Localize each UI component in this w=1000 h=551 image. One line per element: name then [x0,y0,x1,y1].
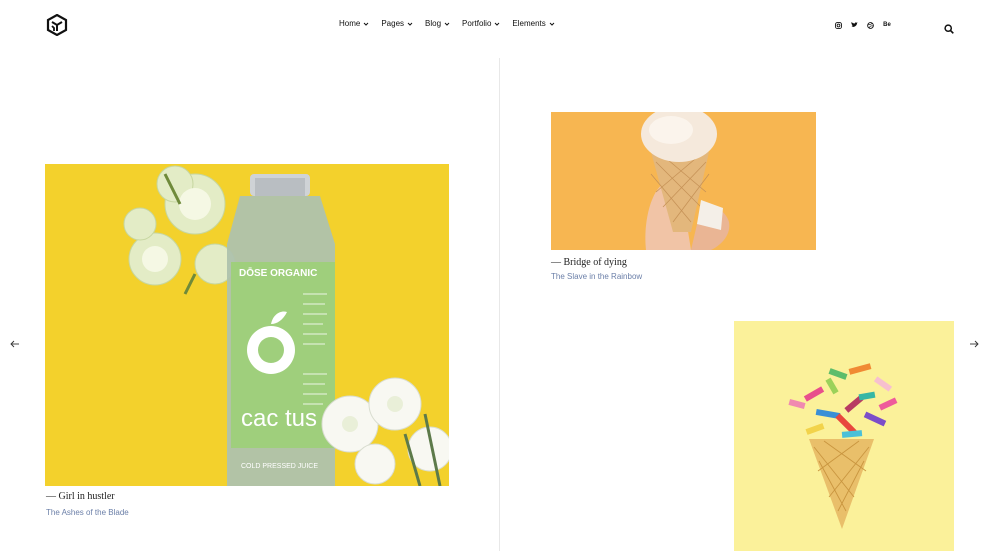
arrow-left-icon [10,340,19,348]
portfolio-title[interactable]: — Girl in hustler [46,491,115,502]
ice-cream-image [551,112,816,250]
nav-item-home[interactable]: Home [339,19,369,28]
portfolio-image-confetti-cone[interactable] [734,321,954,551]
arrow-right-icon [970,340,979,348]
confetti-cone-image [734,321,954,551]
chevron-down-icon [549,22,555,26]
nav-item-blog[interactable]: Blog [425,19,450,28]
nav-label: Elements [512,19,546,28]
next-arrow[interactable] [969,336,979,348]
bottle-flowers-image: DŌSE ORGANIC cac tus COLD PRESSED JUICE [45,164,449,486]
chevron-down-icon [363,22,369,26]
nav-label: Home [339,19,361,28]
prev-arrow[interactable] [10,336,20,348]
twitter-icon[interactable] [850,21,858,29]
bottle-product: cac tus [241,405,317,432]
chevron-down-icon [495,22,500,26]
nav-label: Blog [425,19,442,28]
instagram-icon[interactable] [834,21,842,29]
nav-item-portfolio[interactable]: Portfolio [462,19,500,28]
portfolio-subtitle[interactable]: The Slave in the Rainbow [551,272,642,281]
social-links: Be [834,21,892,29]
logo[interactable] [46,13,68,37]
logo-icon [46,13,68,37]
portfolio-image-girl-in-hustler[interactable]: DŌSE ORGANIC cac tus COLD PRESSED JUICE [45,164,449,486]
nav-label: Pages [381,19,405,28]
portfolio-subtitle[interactable]: The Ashes of the Blade [46,508,129,517]
chevron-down-icon [444,22,450,26]
search-icon [944,24,954,34]
bottle-tagline: COLD PRESSED JUICE [241,463,318,470]
column-divider [499,58,500,551]
bottle-brand: DŌSE ORGANIC [239,267,317,279]
main-nav: Home Pages Blog Portfolio Elements [339,19,567,28]
portfolio-image-bridge-of-dying[interactable] [551,112,816,250]
portfolio-title[interactable]: — Bridge of dying [551,257,627,268]
search-button[interactable] [944,21,954,34]
nav-label: Portfolio [462,19,492,28]
nav-item-elements[interactable]: Elements [512,19,555,28]
nav-item-pages[interactable]: Pages [381,19,413,28]
dribbble-icon[interactable] [866,21,874,29]
chevron-down-icon [407,22,413,26]
behance-label: Be [883,22,891,28]
behance-icon[interactable]: Be [882,21,892,29]
